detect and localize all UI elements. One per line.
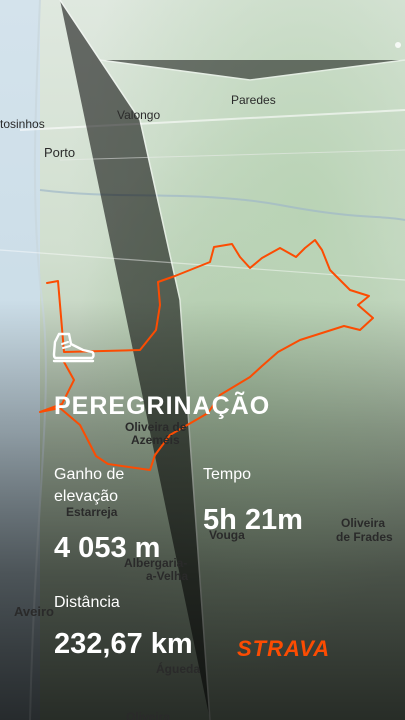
map-label-valongo: Valongo [117, 108, 161, 122]
time-label: Tempo [203, 466, 252, 483]
activity-share-card: tosinhos Valongo Paredes Porto Oliveira … [0, 0, 405, 720]
hiking-boot-icon [52, 332, 95, 363]
time-value: 5h 21m [203, 504, 303, 536]
map-label-oliveira-azemeis: Oliveira de [125, 420, 187, 434]
map-label-de-frades: de Frades [336, 530, 393, 544]
distance-label: Distância [54, 594, 120, 611]
map-label-a-velha: a-Velha [146, 569, 189, 583]
map-label-oliveira-frades: Oliveira [341, 516, 386, 530]
map-label-oliveira-bottom: Oliveira [126, 710, 171, 720]
activity-title: PEREGRINAÇÃO [54, 392, 271, 420]
map-label-azemeis: Azeméis [131, 433, 180, 447]
distance-value: 232,67 km [54, 628, 193, 660]
map-label-tosinhos: tosinhos [0, 117, 45, 131]
map-label-aveiro: Aveiro [14, 604, 54, 619]
map-label-paredes: Paredes [231, 93, 276, 107]
strava-logo: STRAVA [237, 636, 331, 661]
map-label-porto: Porto [44, 145, 76, 160]
elevation-label: Ganho de elevação [54, 466, 125, 505]
elevation-value: 4 053 m [54, 532, 161, 564]
map-label-agueda: Águeda [156, 662, 201, 676]
